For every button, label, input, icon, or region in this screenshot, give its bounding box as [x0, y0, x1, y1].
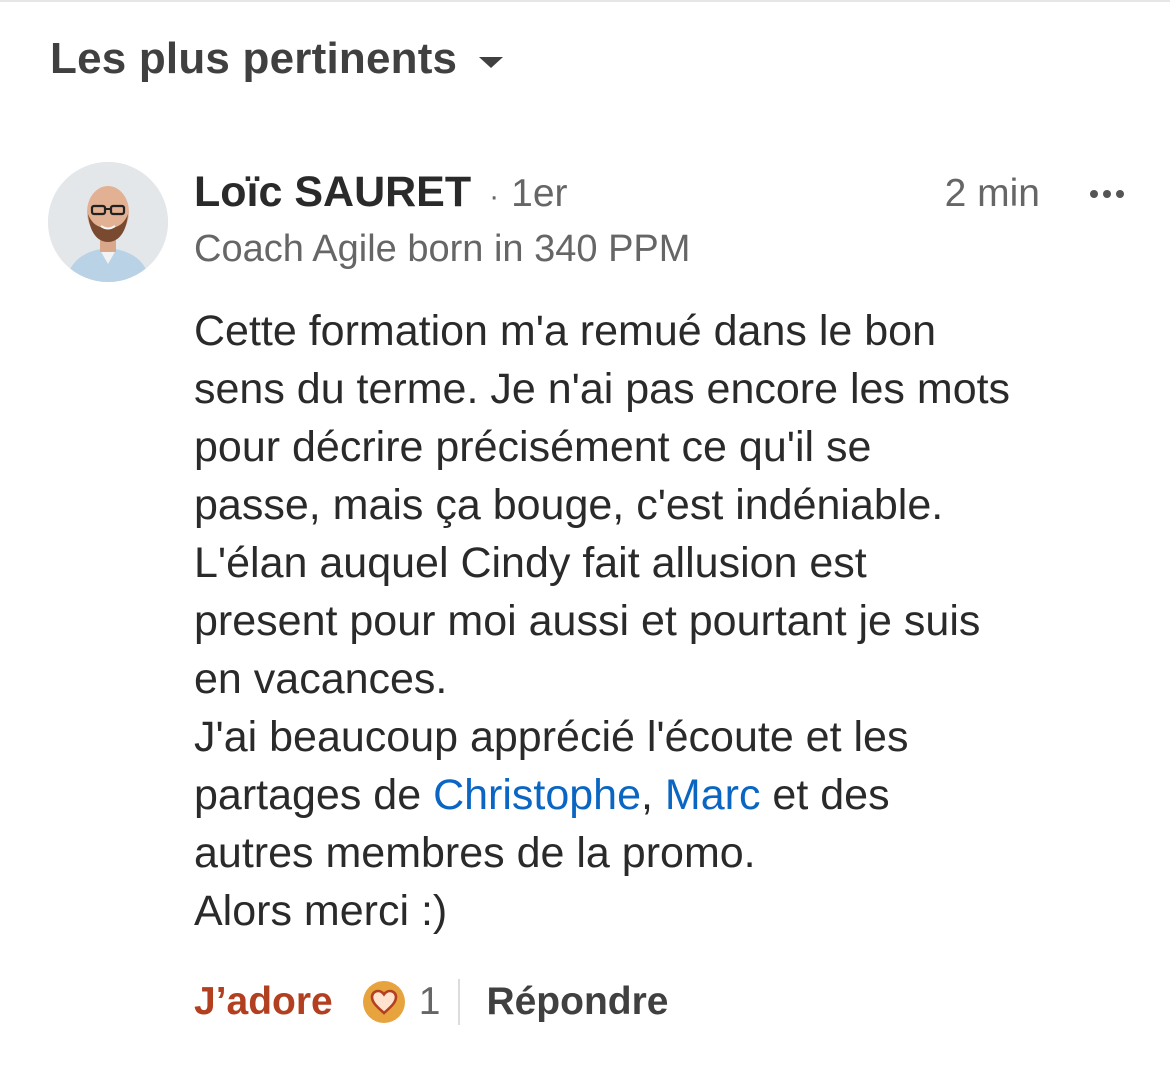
connection-degree: 1er — [511, 172, 568, 215]
comment-line: pour décrire précisément ce qu'il se — [194, 423, 872, 471]
more-dot — [1090, 190, 1098, 198]
react-button[interactable]: J’adore — [194, 980, 333, 1024]
action-divider — [458, 979, 461, 1025]
separator-dot: · — [489, 180, 500, 213]
mention-christophe[interactable]: Christophe — [433, 771, 641, 819]
heart-reaction-icon[interactable] — [362, 981, 405, 1023]
comment-line-with-mentions: partages de Christophe, Marc et des — [194, 766, 1134, 824]
comments-panel: Les plus pertinents Loïc SAURET · 1er 2 … — [0, 0, 1170, 1070]
more-options-icon[interactable] — [1090, 190, 1124, 198]
more-dot — [1103, 190, 1111, 198]
text-segment: et des — [760, 771, 890, 819]
comment-line: autres membres de la promo. — [194, 829, 756, 877]
text-segment: , — [641, 771, 665, 819]
comment-header: Loïc SAURET · 1er 2 min Coach Agile born… — [194, 168, 1124, 271]
comment-line: Alors merci :) — [194, 887, 448, 935]
sort-dropdown[interactable]: Les plus pertinents — [50, 34, 504, 84]
caret-down-icon — [479, 56, 504, 68]
more-dot — [1116, 190, 1124, 198]
comment-line: present pour moi aussi et pourtant je su… — [194, 597, 981, 645]
avatar[interactable] — [48, 162, 168, 282]
comment-line: J'ai beaucoup apprécié l'écoute et les — [194, 713, 909, 761]
comment-line: Cette formation m'a remué dans le bon — [194, 307, 936, 355]
heart-icon — [370, 989, 398, 1015]
comment-body: Cette formation m'a remué dans le bon se… — [194, 302, 1134, 940]
text-segment: partages de — [194, 771, 434, 819]
sort-label: Les plus pertinents — [50, 34, 458, 83]
mention-marc[interactable]: Marc — [665, 771, 761, 819]
top-divider — [0, 0, 1170, 2]
profile-photo-icon — [48, 162, 168, 282]
comment-actions: J’adore 1 Répondre — [194, 974, 668, 1030]
comment-line: L'élan auquel Cindy fait allusion est — [194, 539, 867, 587]
timestamp: 2 min — [944, 172, 1040, 215]
author-headline: Coach Agile born in 340 PPM — [194, 228, 691, 270]
reaction-count: 1 — [418, 980, 441, 1023]
reply-button[interactable]: Répondre — [486, 980, 668, 1024]
comment-line: en vacances. — [194, 655, 448, 703]
comment-line: passe, mais ça bouge, c'est indéniable. — [194, 481, 944, 529]
author-name[interactable]: Loïc SAURET — [194, 168, 471, 217]
comment-line: sens du terme. Je n'ai pas encore les mo… — [194, 365, 1011, 413]
